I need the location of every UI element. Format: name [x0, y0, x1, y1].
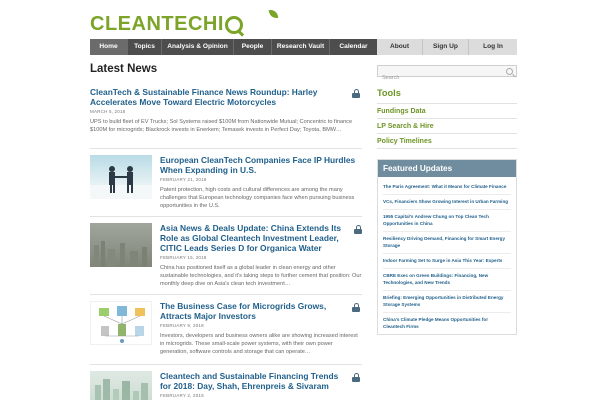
news-post: Asia News & Deals Update: China Extends … — [160, 223, 362, 288]
featured-item[interactable]: The Paris Agreement: What it Means for C… — [383, 180, 511, 195]
search-input[interactable] — [378, 73, 498, 83]
post-excerpt: Investors, developers and business owner… — [160, 333, 358, 355]
nav-about[interactable]: About — [377, 39, 423, 55]
lock-icon — [354, 225, 362, 234]
divider — [90, 294, 362, 295]
post-title[interactable]: Cleantech and Sustainable Financing Tren… — [160, 371, 362, 391]
lock-icon — [352, 303, 360, 312]
post-thumbnail[interactable] — [90, 223, 152, 267]
featured-updates-box: Featured Updates The Paris Agreement: Wh… — [377, 159, 517, 335]
news-post: Cleantech and Sustainable Financing Tren… — [160, 371, 362, 398]
logo-q-icon — [224, 16, 243, 34]
nav-research-vault[interactable]: Research Vault — [272, 39, 330, 55]
primary-nav: Home Topics Analysis & Opinion People Re… — [90, 39, 377, 55]
featured-item[interactable]: CBRE Exec on Green Buildings: Financing,… — [383, 269, 511, 291]
lock-icon — [352, 373, 360, 382]
post-date: FEBRUARY 15, 2018 — [160, 255, 207, 260]
nav-log-in[interactable]: Log In — [469, 39, 517, 55]
green-city-image — [95, 379, 148, 400]
post-excerpt: China has positioned itself as a global … — [160, 265, 362, 287]
latest-news-heading: Latest News — [90, 63, 158, 75]
post-date: FEBRUARY 9, 2018 — [160, 323, 204, 328]
smog-city-image — [90, 223, 152, 267]
nav-people[interactable]: People — [234, 39, 272, 55]
logo-prefix: CLEANTECH — [90, 12, 218, 35]
post-title[interactable]: European CleanTech Companies Face IP Hur… — [160, 155, 362, 175]
nav-home[interactable]: Home — [90, 39, 128, 55]
post-date: FEBRUARY 2, 2018 — [160, 393, 204, 398]
featured-item[interactable]: 1955 Capital's Andrew Chung on Top Clean… — [383, 210, 511, 232]
leaf-icon — [268, 8, 279, 20]
search-box — [377, 65, 517, 83]
featured-item[interactable]: Resiliency Driving Demand, Financing for… — [383, 232, 511, 254]
nav-analysis-opinion[interactable]: Analysis & Opinion — [162, 39, 234, 55]
tools-heading: Tools — [377, 88, 517, 104]
nav-calendar[interactable]: Calendar — [330, 39, 377, 55]
logo-suffix: I — [217, 12, 224, 35]
tool-link-lp-search[interactable]: LP Search & Hire — [377, 119, 517, 134]
sidebar: Tools Fundings Data LP Search & Hire Pol… — [377, 65, 517, 335]
nav-topics[interactable]: Topics — [128, 39, 162, 55]
site-logo[interactable]: CLEANTECH I — [90, 8, 279, 36]
post-excerpt: UPS to build fleet of EV Trucks; Sol Sys… — [90, 119, 353, 133]
featured-item[interactable]: VCs, Financiers Show Growing Interest in… — [383, 195, 511, 210]
featured-updates-heading: Featured Updates — [378, 160, 516, 177]
handshake-silhouette-image — [90, 166, 152, 199]
tool-link-fundings-data[interactable]: Fundings Data — [377, 104, 517, 119]
post-date: MARCH 5, 2018 — [90, 109, 126, 114]
divider — [90, 216, 362, 217]
logo-wordmark: CLEANTECH — [90, 13, 218, 36]
post-title[interactable]: Asia News & Deals Update: China Extends … — [160, 223, 362, 253]
news-post: The Business Case for Microgrids Grows, … — [160, 301, 362, 356]
divider — [90, 364, 362, 365]
featured-item[interactable]: Indoor Farming Set to Surge in Asia This… — [383, 254, 511, 269]
nav-sign-up[interactable]: Sign Up — [423, 39, 469, 55]
news-post: CleanTech & Sustainable Finance News Rou… — [90, 87, 362, 134]
tool-link-policy-timelines[interactable]: Policy Timelines — [377, 134, 517, 149]
post-thumbnail[interactable] — [90, 301, 152, 345]
news-post: European CleanTech Companies Face IP Hur… — [160, 155, 362, 210]
featured-updates-list: The Paris Agreement: What it Means for C… — [378, 177, 516, 334]
post-date: FEBRUARY 21, 2018 — [160, 177, 207, 182]
featured-item[interactable]: China's Climate Pledge Means Opportuniti… — [383, 313, 511, 334]
post-thumbnail[interactable] — [90, 155, 152, 199]
search-icon[interactable] — [506, 67, 513, 75]
post-thumbnail[interactable] — [90, 371, 152, 400]
post-title[interactable]: The Business Case for Microgrids Grows, … — [160, 301, 362, 321]
post-title[interactable]: CleanTech & Sustainable Finance News Rou… — [90, 87, 362, 107]
post-excerpt: Patent protection, high costs and cultur… — [160, 187, 355, 209]
main-navigation: Home Topics Analysis & Opinion People Re… — [90, 39, 517, 55]
divider — [90, 148, 362, 149]
lock-icon — [352, 89, 360, 98]
microgrid-diagram-image — [99, 306, 145, 343]
secondary-nav: About Sign Up Log In — [377, 39, 517, 55]
latest-news-column: Latest News CleanTech & Sustainable Fina… — [90, 63, 362, 400]
featured-item[interactable]: Briefing: Emerging Opportunities in Dist… — [383, 291, 511, 313]
